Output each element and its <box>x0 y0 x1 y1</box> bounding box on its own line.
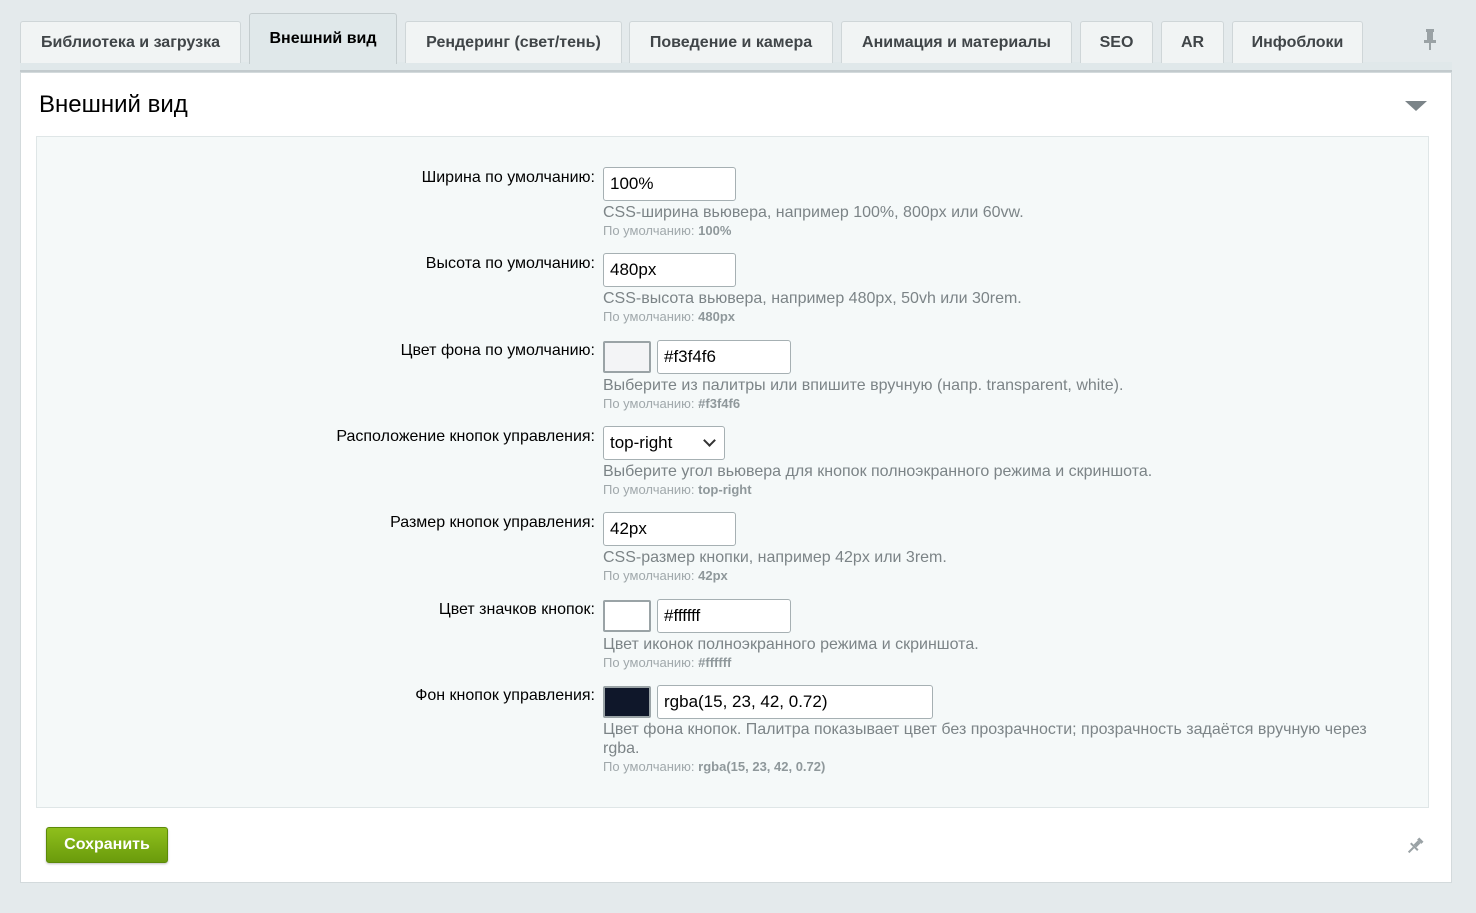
field-hint: Выберите из палитры или впишите вручную … <box>603 377 1124 394</box>
field-row-controls-bg: Фон кнопок управления: rgba(15, 23, 42, … <box>37 685 1430 785</box>
field-row-height: Высота по умолчанию: 480px CSS-высота вь… <box>37 253 1430 333</box>
tab-ar[interactable]: AR <box>1161 21 1224 63</box>
field-default: По умолчанию: top-right <box>603 482 752 497</box>
field-hint: CSS-высота вьювера, например 480px, 50vh… <box>603 290 1022 307</box>
field-default: По умолчанию: 42px <box>603 568 728 583</box>
field-default: По умолчанию: #f3f4f6 <box>603 396 741 411</box>
field-hint: Выберите угол вьювера для кнопок полноэк… <box>603 463 1153 480</box>
tab-rendering[interactable]: Рендеринг (свет/тень) <box>405 21 622 63</box>
pin-icon[interactable] <box>1420 28 1440 52</box>
field-label: Цвет фона по умолчанию: <box>400 342 595 359</box>
icon-color-swatch[interactable] <box>603 600 651 632</box>
controls-size-input[interactable]: 42px <box>603 512 736 546</box>
field-row-controls-size: Размер кнопок управления: 42px CSS-разме… <box>37 512 1430 592</box>
field-label: Расположение кнопок управления: <box>336 428 595 445</box>
field-label: Цвет значков кнопок: <box>438 601 595 618</box>
form-area: Ширина по умолчанию: 100% CSS-ширина вью… <box>36 136 1429 808</box>
tab-bar: Библиотека и загрузка Внешний вид Рендер… <box>20 12 1452 72</box>
field-label: Размер кнопок управления: <box>390 514 595 531</box>
triangle-down-icon[interactable] <box>1405 101 1427 111</box>
tab-behavior[interactable]: Поведение и камера <box>629 21 833 63</box>
field-row-icon-color: Цвет значков кнопок: #ffffff Цвет иконок… <box>37 599 1430 679</box>
field-row-width: Ширина по умолчанию: 100% CSS-ширина вью… <box>37 167 1430 247</box>
controls-bg-input[interactable]: rgba(15, 23, 42, 0.72) <box>657 685 933 719</box>
section-title: Внешний вид <box>39 91 188 118</box>
save-button[interactable]: Сохранить <box>46 827 168 863</box>
bg-color-swatch[interactable] <box>603 341 651 373</box>
tab-seo[interactable]: SEO <box>1080 21 1153 63</box>
controls-bg-swatch[interactable] <box>603 686 651 718</box>
chevron-down-icon <box>703 434 716 447</box>
field-hint: CSS-размер кнопки, например 42px или 3re… <box>603 549 947 566</box>
tab-appearance[interactable]: Внешний вид <box>249 13 397 64</box>
tab-animation[interactable]: Анимация и материалы <box>841 21 1072 63</box>
field-row-bg-color: Цвет фона по умолчанию: #f3f4f6 Выберите… <box>37 340 1430 420</box>
field-label: Высота по умолчанию: <box>425 255 595 272</box>
field-default: По умолчанию: rgba(15, 23, 42, 0.72) <box>603 759 826 774</box>
icon-color-input[interactable]: #ffffff <box>657 599 791 633</box>
field-label: Ширина по умолчанию: <box>421 169 595 186</box>
field-hint: Цвет иконок полноэкранного режима и скри… <box>603 636 979 653</box>
field-hint: Цвет фона кнопок. Палитра показывает цве… <box>603 721 1367 757</box>
select-value: top-right <box>610 433 673 452</box>
tab-library[interactable]: Библиотека и загрузка <box>20 21 241 63</box>
field-label: Фон кнопок управления: <box>415 687 595 704</box>
controls-position-select[interactable]: top-right <box>603 426 725 460</box>
settings-panel: Внешний вид Ширина по умолчанию: 100% CS… <box>20 72 1452 883</box>
field-default: По умолчанию: 480px <box>603 309 736 324</box>
width-input[interactable]: 100% <box>603 167 736 201</box>
field-hint: CSS-ширина вьювера, например 100%, 800px… <box>603 204 1024 221</box>
field-row-controls-position: Расположение кнопок управления: top-righ… <box>37 426 1430 506</box>
pin-icon[interactable] <box>1404 835 1426 857</box>
height-input[interactable]: 480px <box>603 253 736 287</box>
field-default: По умолчанию: 100% <box>603 223 732 238</box>
tab-infoblocks[interactable]: Инфоблоки <box>1232 21 1363 63</box>
bg-color-input[interactable]: #f3f4f6 <box>657 340 791 374</box>
field-default: По умолчанию: #ffffff <box>603 655 732 670</box>
